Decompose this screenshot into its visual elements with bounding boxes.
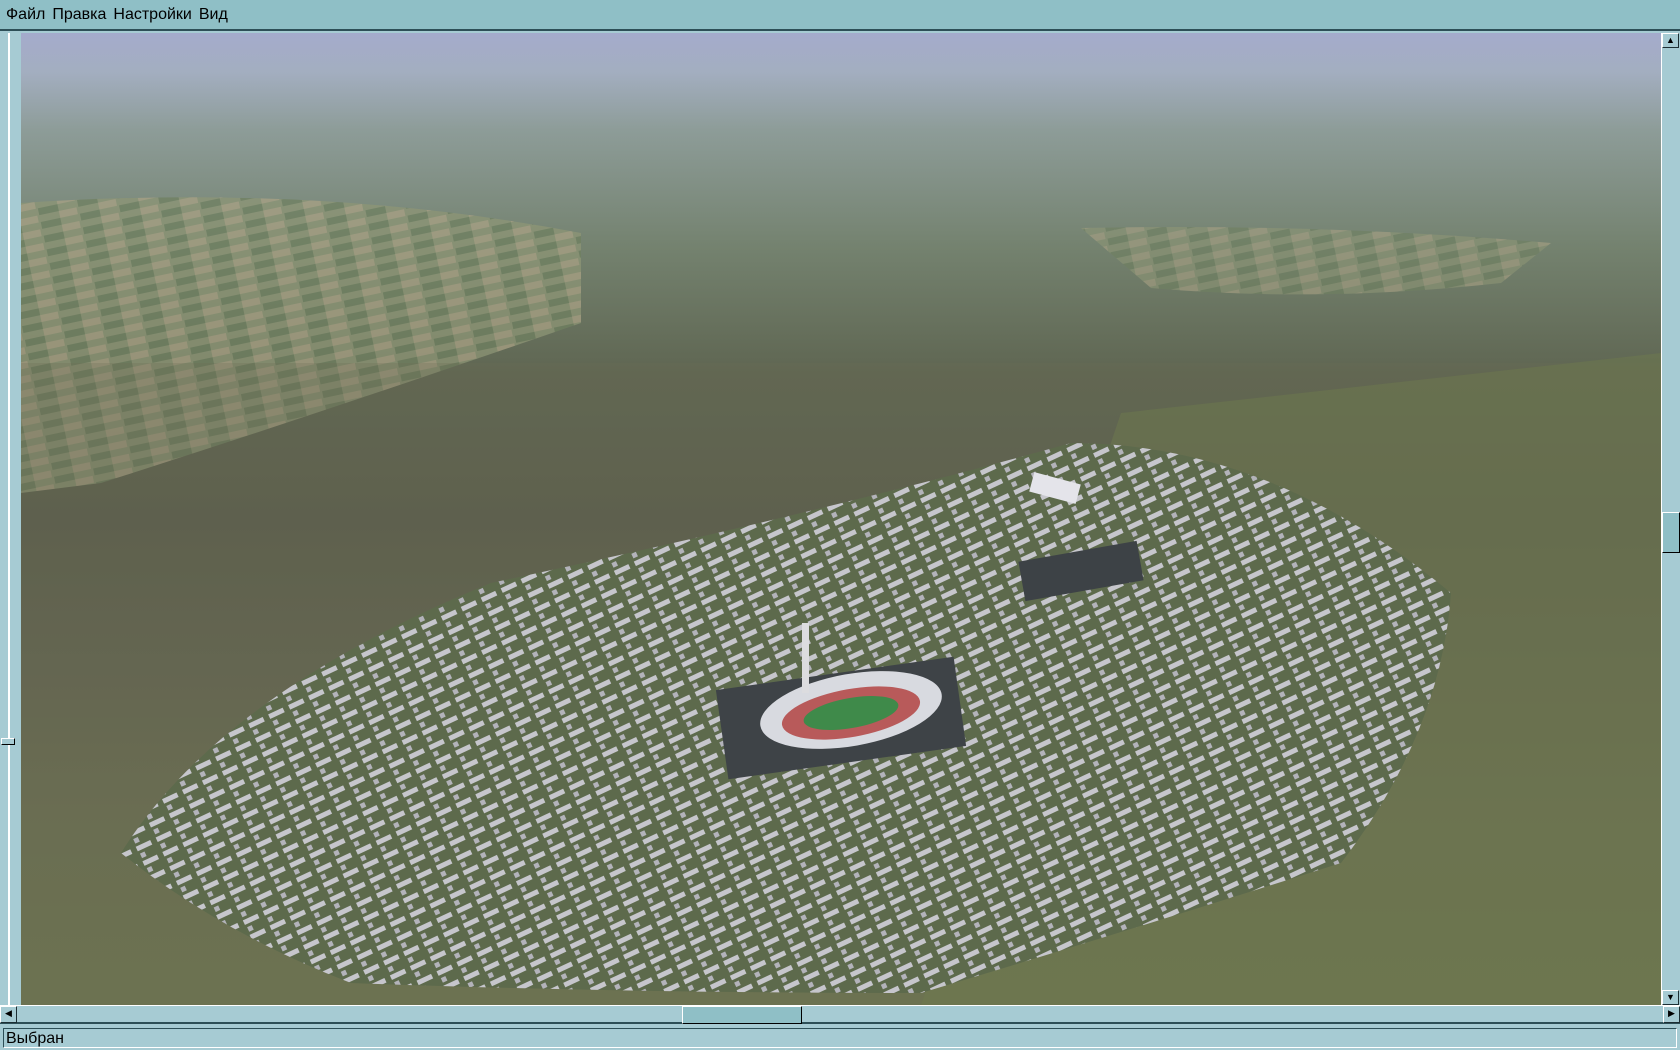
aerial-scene: [21, 197, 1661, 1005]
vertical-scrollbar[interactable]: ▲ ▼: [1661, 33, 1680, 1005]
status-bar: Выбран: [0, 1026, 1680, 1050]
menu-edit[interactable]: Правка: [52, 6, 106, 24]
triangle-left-icon: ◀: [5, 1008, 12, 1018]
menu-settings[interactable]: Настройки: [113, 6, 191, 24]
3d-viewport[interactable]: [21, 33, 1661, 1005]
menu-view[interactable]: Вид: [199, 6, 228, 24]
menu-file[interactable]: Файл: [6, 6, 45, 24]
triangle-right-icon: ▶: [1668, 1008, 1675, 1018]
left-panel-splitter[interactable]: [0, 33, 21, 1005]
vertical-scroll-thumb[interactable]: [1662, 512, 1680, 553]
tower: [802, 623, 809, 693]
scroll-left-button[interactable]: ◀: [0, 1006, 17, 1023]
horizontal-scrollbar[interactable]: ◀ ▶: [0, 1005, 1680, 1024]
farm-fields-right: [1081, 227, 1551, 295]
splitter-handle[interactable]: [1, 738, 15, 745]
splitter-line: [8, 33, 10, 1005]
triangle-up-icon: ▲: [1666, 35, 1675, 45]
menu-bar: Файл Правка Настройки Вид: [0, 0, 1680, 31]
scroll-right-button[interactable]: ▶: [1663, 1006, 1680, 1023]
horizontal-scroll-thumb[interactable]: [682, 1006, 802, 1024]
scroll-up-button[interactable]: ▲: [1662, 33, 1679, 48]
scroll-down-button[interactable]: ▼: [1662, 990, 1679, 1005]
status-text: Выбран: [3, 1028, 1677, 1048]
triangle-down-icon: ▼: [1666, 992, 1675, 1002]
